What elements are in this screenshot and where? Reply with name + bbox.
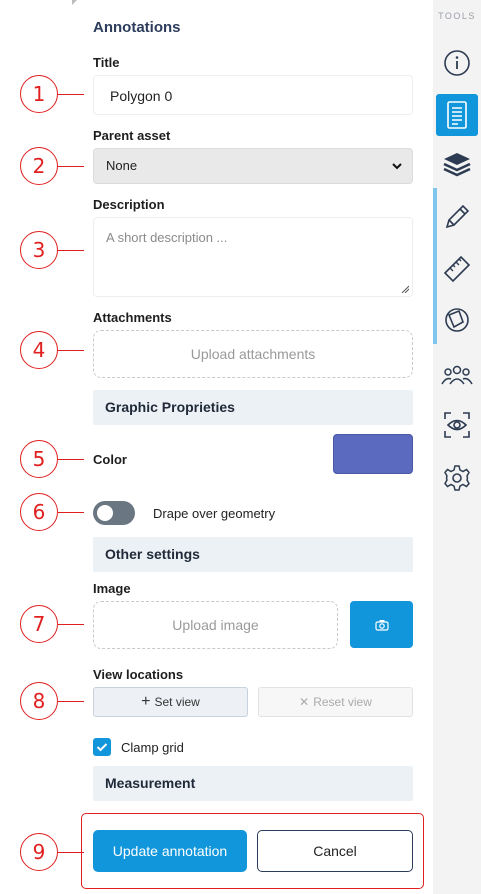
ruler-icon [443,255,471,283]
resize-handle-icon[interactable] [401,285,409,293]
callout-8: 8 [20,682,58,720]
toggle-knob [97,505,113,521]
graphic-properties-section: Graphic Proprieties [93,390,413,425]
parent-asset-label: Parent asset [93,128,171,143]
callout-7: 7 [20,605,58,643]
reset-view-label: Reset view [313,695,372,709]
clamp-grid-checkbox[interactable] [93,738,111,756]
layers-icon [443,153,471,177]
info-tool[interactable] [436,42,478,84]
callout-2: 2 [20,147,58,185]
color-label: Color [93,452,127,467]
description-textarea[interactable]: A short description ... [93,217,413,297]
tools-label: TOOLS [438,11,476,21]
shape-tool[interactable] [436,299,478,341]
callout-3: 3 [20,231,58,269]
description-placeholder: A short description ... [106,230,228,245]
reset-view-button[interactable]: ✕ Reset view [258,687,413,717]
upload-image-dropzone[interactable]: Upload image [93,601,338,649]
shape-circle-icon [445,308,469,332]
panel-heading: Annotations [93,19,181,36]
check-icon [96,743,108,752]
camera-icon [374,619,389,631]
annotations-tool[interactable] [436,94,478,136]
attachments-label: Attachments [93,310,172,325]
plus-icon: + [141,693,151,710]
callout-6: 6 [20,493,58,531]
callout-line [58,512,84,513]
set-view-label: Set view [154,695,200,709]
title-label: Title [93,55,120,70]
upload-image-text: Upload image [172,617,259,633]
parent-asset-select[interactable]: None [93,148,413,184]
drape-toggle[interactable] [93,501,135,525]
callout-5: 5 [20,440,58,478]
gear-icon [444,465,470,491]
cancel-button[interactable]: Cancel [257,830,413,872]
image-label: Image [93,581,131,596]
color-swatch[interactable] [333,434,413,474]
title-input[interactable]: Polygon 0 [93,75,413,115]
parent-asset-value: None [106,158,138,173]
collaboration-tool[interactable] [436,354,478,396]
settings-tool[interactable] [436,457,478,499]
visibility-tool[interactable] [436,404,478,446]
people-icon [441,365,473,385]
callout-line [58,701,84,702]
set-view-button[interactable]: + Set view [93,687,248,717]
eye-scan-icon [444,412,470,438]
callout-line [58,166,84,167]
draw-tool[interactable] [436,196,478,238]
view-locations-label: View locations [93,667,184,682]
upload-attachments-dropzone[interactable]: Upload attachments [93,330,413,378]
camera-button[interactable] [350,601,413,648]
callout-line [58,350,84,351]
pencil-icon [445,204,470,229]
upload-attachments-text: Upload attachments [190,346,316,362]
clamp-grid-label: Clamp grid [121,740,184,755]
callout-line [58,250,84,251]
callout-line [58,624,84,625]
close-icon: ✕ [299,695,310,709]
other-settings-section: Other settings [93,537,413,572]
measure-tool[interactable] [436,248,478,290]
callout-9: 9 [20,833,58,871]
info-icon [444,50,470,76]
callout-1: 1 [20,75,58,113]
layers-tool[interactable] [436,143,478,185]
update-annotation-button[interactable]: Update annotation [93,830,247,872]
corner-mark [72,0,77,5]
callout-line [58,852,84,853]
measurement-section: Measurement [93,766,413,801]
description-label: Description [93,197,165,212]
chevron-down-icon [392,163,402,170]
drape-label: Drape over geometry [153,506,276,521]
document-list-icon [447,101,467,129]
callout-4: 4 [20,331,58,369]
tools-sidebar: TOOLS [433,0,481,894]
callout-line [58,459,84,460]
callout-line [58,94,84,95]
